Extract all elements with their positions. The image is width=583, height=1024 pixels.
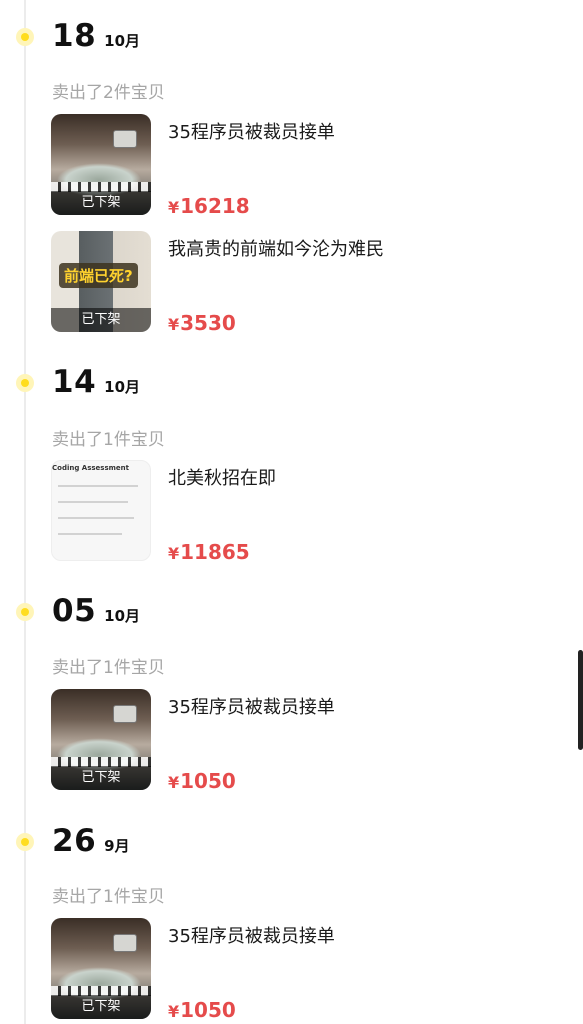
- delisted-badge: 已下架: [51, 191, 151, 215]
- date-heading: 05 10月: [52, 593, 140, 629]
- price-value: 11865: [180, 540, 250, 564]
- list-item[interactable]: 已下架 35程序员被裁员接单 ¥1050: [51, 918, 571, 1022]
- doc-text-line: [58, 485, 138, 487]
- currency-symbol: ¥: [168, 1002, 180, 1021]
- date-month: 9月: [104, 837, 130, 855]
- faucet-image-detail: [113, 705, 137, 723]
- delisted-badge: 已下架: [51, 995, 151, 1019]
- item-title[interactable]: 35程序员被裁员接单: [168, 693, 335, 719]
- price-value: 16218: [180, 194, 250, 218]
- price-value: 1050: [180, 998, 236, 1022]
- delisted-badge: 已下架: [51, 766, 151, 790]
- thumbnail-caption: Coding Assessment: [52, 464, 129, 472]
- scrollbar[interactable]: [578, 650, 583, 750]
- timeline-dot: [16, 833, 34, 851]
- timeline-line: [24, 0, 26, 1024]
- date-month: 10月: [104, 378, 141, 396]
- item-price: ¥11865: [168, 540, 250, 564]
- doc-text-line: [58, 517, 134, 519]
- item-title[interactable]: 北美秋招在即: [168, 464, 276, 490]
- faucet-image-detail: [113, 934, 137, 952]
- delisted-badge: 已下架: [51, 308, 151, 332]
- date-month: 10月: [104, 32, 141, 50]
- doc-text-line: [58, 501, 128, 503]
- item-title[interactable]: 我高贵的前端如今沦为难民: [168, 235, 384, 261]
- item-thumbnail[interactable]: 已下架: [51, 689, 151, 790]
- sold-count: 卖出了1件宝贝: [52, 430, 165, 450]
- currency-symbol: ¥: [168, 773, 180, 792]
- sold-count: 卖出了1件宝贝: [52, 887, 165, 907]
- currency-symbol: ¥: [168, 544, 180, 563]
- sold-count: 卖出了2件宝贝: [52, 83, 165, 103]
- item-thumbnail[interactable]: 前端已死? 已下架: [51, 231, 151, 332]
- item-price: ¥1050: [168, 769, 236, 793]
- doc-text-line: [58, 533, 122, 535]
- thumbnail-caption: 前端已死?: [59, 263, 138, 288]
- item-price: ¥1050: [168, 998, 236, 1022]
- list-item[interactable]: 前端已死? 已下架 我高贵的前端如今沦为难民 ¥3530: [51, 231, 571, 335]
- item-price: ¥3530: [168, 311, 236, 335]
- list-item[interactable]: 已下架 35程序员被裁员接单 ¥16218: [51, 114, 571, 218]
- faucet-image-detail: [113, 130, 137, 148]
- sold-count: 卖出了1件宝贝: [52, 658, 165, 678]
- date-heading: 18 10月: [52, 18, 140, 54]
- date-day: 14: [52, 364, 97, 400]
- price-value: 3530: [180, 311, 236, 335]
- timeline-dot: [16, 374, 34, 392]
- date-heading: 26 9月: [52, 823, 130, 859]
- item-thumbnail[interactable]: 已下架: [51, 918, 151, 1019]
- list-item[interactable]: Coding Assessment 北美秋招在即 ¥11865: [51, 460, 571, 564]
- item-title[interactable]: 35程序员被裁员接单: [168, 118, 335, 144]
- date-day: 05: [52, 593, 97, 629]
- date-day: 26: [52, 823, 97, 859]
- currency-symbol: ¥: [168, 198, 180, 217]
- price-value: 1050: [180, 769, 236, 793]
- item-price: ¥16218: [168, 194, 250, 218]
- item-thumbnail[interactable]: 已下架: [51, 114, 151, 215]
- date-month: 10月: [104, 607, 141, 625]
- date-heading: 14 10月: [52, 364, 140, 400]
- item-thumbnail[interactable]: Coding Assessment: [51, 460, 151, 561]
- list-item[interactable]: 已下架 35程序员被裁员接单 ¥1050: [51, 689, 571, 793]
- date-day: 18: [52, 18, 97, 54]
- currency-symbol: ¥: [168, 315, 180, 334]
- timeline-dot: [16, 28, 34, 46]
- timeline-dot: [16, 603, 34, 621]
- item-title[interactable]: 35程序员被裁员接单: [168, 922, 335, 948]
